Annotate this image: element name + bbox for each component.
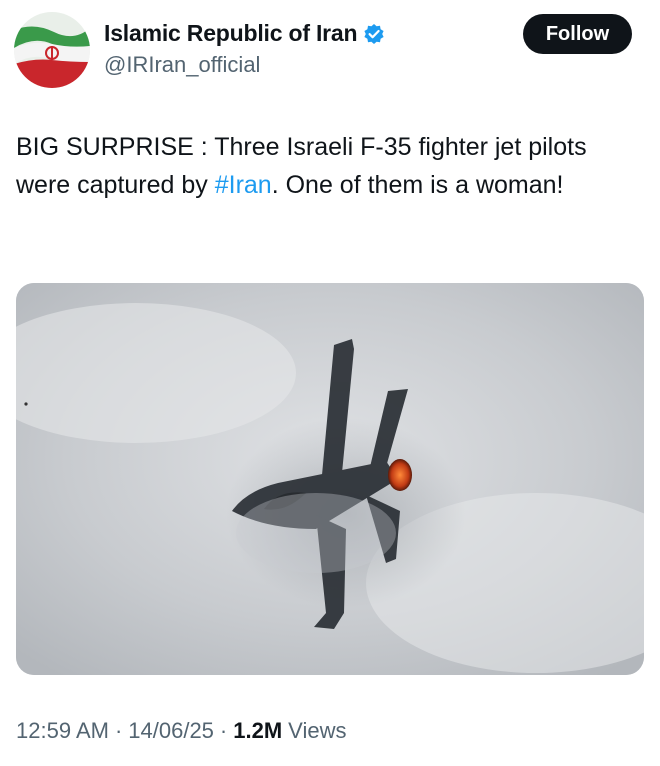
- follow-button[interactable]: Follow: [523, 14, 632, 54]
- user-name-row: Islamic Republic of Iran: [104, 20, 385, 47]
- verified-badge-icon[interactable]: [363, 23, 385, 45]
- views-label: Views: [288, 718, 347, 743]
- user-handle[interactable]: @IRIran_official: [104, 52, 260, 78]
- fighter-jet-photo-icon: [16, 283, 644, 675]
- hashtag-link[interactable]: #Iran: [215, 171, 272, 199]
- meta-separator: ·: [219, 718, 228, 743]
- tweet-date[interactable]: 14/06/25: [128, 718, 214, 744]
- iran-flag-avatar-icon: [14, 12, 90, 88]
- tweet-meta: 12:59 AM · 14/06/25 · 1.2M Views: [16, 718, 346, 744]
- views-count[interactable]: 1.2M: [233, 718, 282, 744]
- avatar[interactable]: [14, 12, 90, 88]
- meta-separator: ·: [114, 718, 123, 743]
- tweet-text-part: . One of them is a woman!: [271, 171, 564, 199]
- tweet-media[interactable]: [16, 283, 644, 675]
- tweet-time[interactable]: 12:59 AM: [16, 718, 109, 744]
- tweet-text: BIG SURPRISE : Three Israeli F-35 fighte…: [16, 128, 646, 204]
- display-name[interactable]: Islamic Republic of Iran: [104, 20, 358, 47]
